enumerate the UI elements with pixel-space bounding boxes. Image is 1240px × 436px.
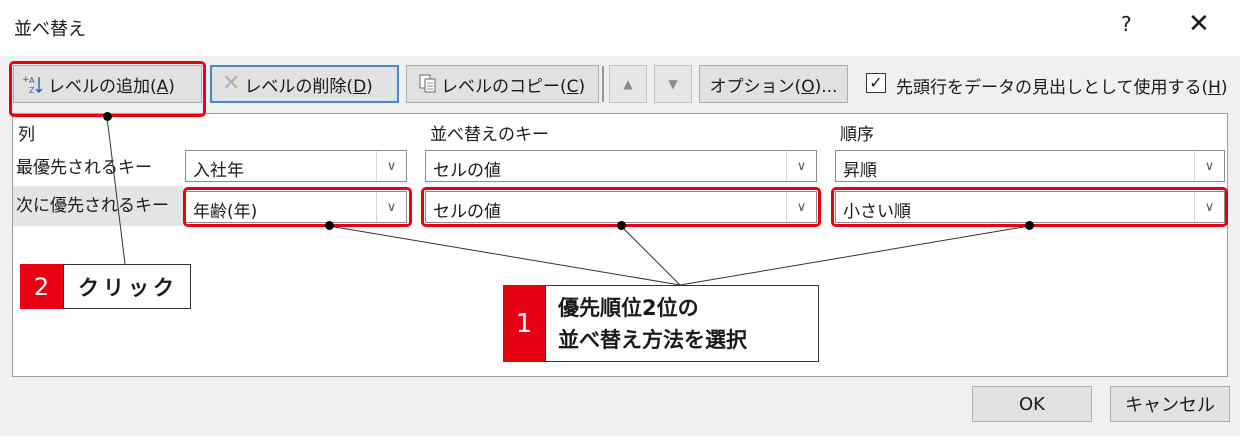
header-row-checkbox[interactable]: ✓ <box>866 73 886 93</box>
copy-level-accesskey: C <box>566 76 579 97</box>
options-accesskey: O <box>801 76 815 97</box>
callout-step-1-text: 優先順位2位の 並べ替え方法を選択 <box>545 285 819 362</box>
header-checkbox-accesskey: H <box>1208 78 1221 98</box>
order-select-value: 昇順 <box>843 161 877 181</box>
title-bar: 並べ替え ? ✕ <box>0 0 1240 56</box>
options-suffix: )... <box>814 76 838 97</box>
dialog-title: 並べ替え <box>14 19 86 40</box>
connector-dot <box>103 112 112 121</box>
order-select-primary[interactable]: 昇順 ∨ <box>835 150 1225 182</box>
column-header: 列 <box>18 125 35 145</box>
connector-dot <box>1025 221 1034 230</box>
delete-x-icon: ✕ <box>222 71 241 96</box>
delete-level-accesskey: D <box>353 76 367 97</box>
help-button[interactable]: ? <box>1121 12 1132 36</box>
sort-on-select-value: セルの値 <box>433 161 501 181</box>
toolbar-separator <box>602 66 604 102</box>
copy-level-button[interactable]: レベルのコピー(C) <box>406 65 599 103</box>
callout-step-1-line2: 並べ替え方法を選択 <box>558 328 747 352</box>
callout-step-2-number: 2 <box>20 264 63 309</box>
sort-on-select-primary[interactable]: セルの値 ∨ <box>425 150 817 182</box>
callout-step-1-line1: 優先順位2位の <box>558 296 699 320</box>
delete-level-label: レベルの削除( <box>244 76 354 97</box>
highlight-column-select <box>183 187 412 227</box>
copy-icon <box>419 74 437 94</box>
sort-on-header: 並べ替えのキー <box>430 125 549 145</box>
delete-level-suffix: ) <box>366 76 373 97</box>
order-header: 順序 <box>840 125 874 145</box>
highlight-add-level <box>9 61 206 117</box>
column-select-value: 入社年 <box>193 161 244 181</box>
close-button[interactable]: ✕ <box>1188 9 1210 39</box>
chevron-down-icon: ∨ <box>1194 151 1224 181</box>
connector-dot <box>617 221 626 230</box>
column-select-primary[interactable]: 入社年 ∨ <box>185 150 407 182</box>
options-label: オプション( <box>709 76 802 97</box>
triangle-down-icon: ▼ <box>668 77 678 91</box>
checkmark-icon: ✓ <box>869 73 883 92</box>
callout-step-2-text: クリック <box>63 264 191 309</box>
copy-level-label: レベルのコピー( <box>441 76 567 97</box>
callout-step-1-number: 1 <box>503 285 545 362</box>
triangle-up-icon: ▲ <box>623 77 633 91</box>
move-up-button[interactable]: ▲ <box>609 65 647 103</box>
options-button[interactable]: オプション(O)... <box>699 65 848 103</box>
connector-dot <box>325 221 334 230</box>
header-checkbox-text: 先頭行をデータの見出しとして使用する( <box>896 78 1209 98</box>
row-label-secondary[interactable]: 次に優先されるキー <box>16 191 169 216</box>
row-label-primary[interactable]: 最優先されるキー <box>16 153 152 178</box>
ok-button[interactable]: OK <box>972 386 1092 422</box>
callout-step-2: 2 クリック <box>20 264 191 309</box>
chevron-down-icon: ∨ <box>376 151 406 181</box>
copy-level-suffix: ) <box>578 76 586 97</box>
header-checkbox-suffix: ) <box>1220 78 1228 98</box>
header-row-checkbox-label[interactable]: 先頭行をデータの見出しとして使用する(H) <box>896 73 1228 98</box>
chevron-down-icon: ∨ <box>786 151 816 181</box>
move-down-button[interactable]: ▼ <box>654 65 692 103</box>
callout-step-1: 1 優先順位2位の 並べ替え方法を選択 <box>503 285 819 362</box>
delete-level-button[interactable]: ✕ レベルの削除(D) <box>210 65 399 103</box>
cancel-button[interactable]: キャンセル <box>1110 386 1230 422</box>
